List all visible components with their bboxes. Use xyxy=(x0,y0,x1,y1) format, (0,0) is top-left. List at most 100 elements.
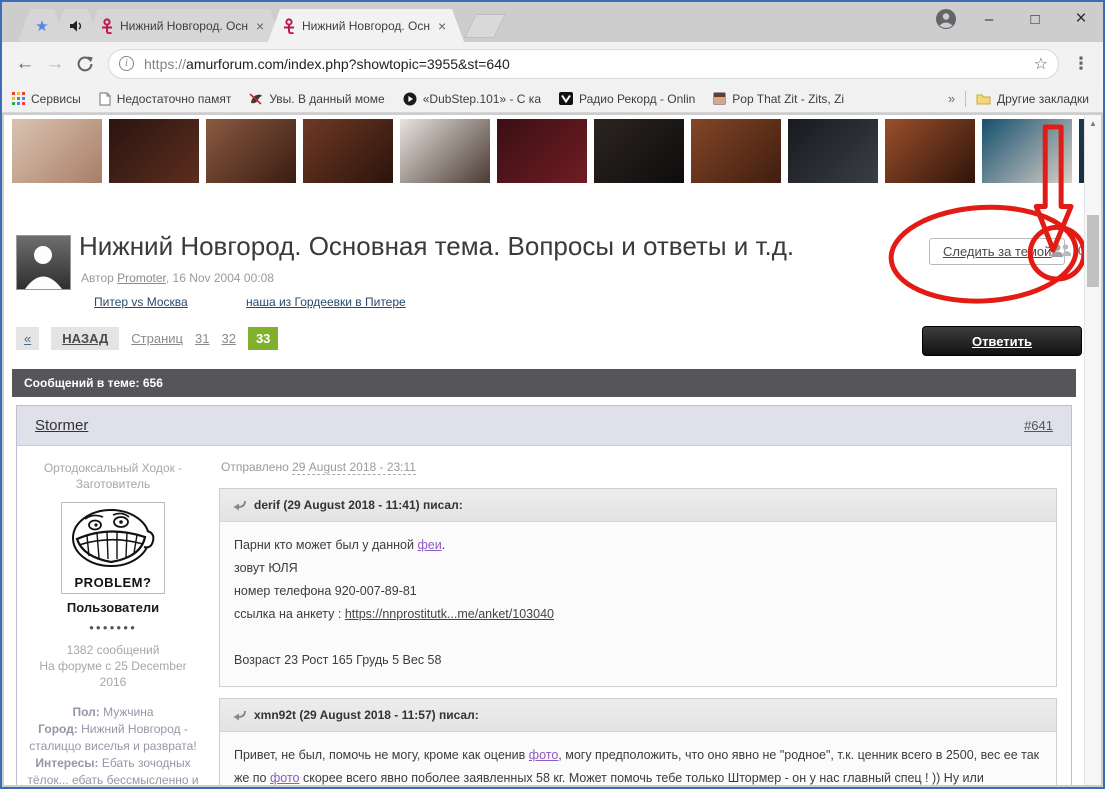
pages-dropdown[interactable]: Страниц xyxy=(131,331,183,346)
photo-link-1[interactable]: фото xyxy=(529,748,559,762)
back-page-button[interactable]: НАЗАД xyxy=(51,327,119,350)
star-favicon-icon: ★ xyxy=(35,17,48,35)
document-icon xyxy=(99,92,111,106)
watchers-icon xyxy=(1050,243,1072,258)
banner-thumbnail[interactable] xyxy=(691,119,781,183)
forward-icon[interactable]: → xyxy=(40,49,70,79)
other-bookmarks[interactable]: Другие закладки xyxy=(976,92,1089,106)
browser-menu-icon[interactable]: ⋮ xyxy=(1067,54,1095,74)
banner-thumbnail[interactable] xyxy=(206,119,296,183)
bookmark-memory[interactable]: Недостаточно памят xyxy=(99,92,232,106)
current-page-badge: 33 xyxy=(248,327,278,350)
folder-icon xyxy=(976,93,991,105)
banner-thumbnail[interactable] xyxy=(497,119,587,183)
member-pips: ●●●●●●● xyxy=(25,620,201,636)
troll-face-image xyxy=(65,507,161,571)
avatar-caption: PROBLEM? xyxy=(64,575,162,591)
close-button[interactable]: × xyxy=(1065,6,1097,32)
author-link[interactable]: Promoter xyxy=(117,271,166,285)
separator xyxy=(965,91,966,107)
banner-thumbnail[interactable] xyxy=(109,119,199,183)
reply-arrow-icon xyxy=(232,500,246,511)
scroll-up-icon[interactable]: ▲ xyxy=(1085,115,1101,131)
reply-button[interactable]: Ответить xyxy=(922,326,1082,356)
related-link-gordeevka[interactable]: наша из Гордеевки в Питере xyxy=(246,295,406,309)
author-custom-title: Ортодоксальный Ходок - Заготовитель xyxy=(25,460,201,492)
bird-icon xyxy=(249,92,263,105)
browser-toolbar: ← → i https://amurforum.com/index.php?sh… xyxy=(2,42,1103,85)
quote-header: xmn92t (29 August 2018 - 11:57) писал: xyxy=(220,699,1056,732)
tab-forum-1[interactable]: Нижний Новгород. Осн × xyxy=(86,9,282,42)
post-count: 1382 сообщений xyxy=(25,642,201,658)
scrollbar[interactable]: ▲ xyxy=(1084,115,1101,785)
tab-forum-2-active[interactable]: Нижний Новгород. Осн × xyxy=(268,9,464,42)
related-links: Питер vs Москва наша из Гордеевки в Пите… xyxy=(94,295,461,309)
banner-thumbnail[interactable] xyxy=(594,119,684,183)
bookmarks-overflow-icon[interactable]: » xyxy=(948,91,955,106)
page-32-link[interactable]: 32 xyxy=(221,331,235,346)
bookmark-pop-that-zit[interactable]: Pop That Zit - Zits, Zi xyxy=(713,92,844,106)
page-content: Нижний Новгород. Основная тема. Вопросы … xyxy=(4,115,1084,785)
quote-header: derif (29 August 2018 - 11:41) писал: xyxy=(220,489,1056,522)
minimize-button[interactable]: – xyxy=(973,6,1005,32)
pagination: « НАЗАД Страниц 31 32 33 xyxy=(16,327,278,350)
quote-block-derif: derif (29 August 2018 - 11:41) писал: Па… xyxy=(219,488,1057,687)
bookmark-radio-record[interactable]: Радио Рекорд - Onlin xyxy=(559,92,695,106)
bookmark-star-icon[interactable]: ☆ xyxy=(1034,54,1048,74)
bookmark-dubstep[interactable]: «DubStep.101» - С ка xyxy=(403,92,541,106)
photo-link-2[interactable]: фото xyxy=(270,771,300,785)
author-avatar-image: PROBLEM? xyxy=(61,502,165,594)
fairy-link[interactable]: феи xyxy=(417,538,441,552)
banner-thumbnail[interactable] xyxy=(982,119,1072,183)
speaker-icon xyxy=(69,19,84,33)
banner-thumbnail[interactable] xyxy=(885,119,975,183)
follow-topic-button[interactable]: Следить за темой xyxy=(929,238,1065,265)
back-icon[interactable]: ← xyxy=(10,49,40,79)
topic-title: Нижний Новгород. Основная тема. Вопросы … xyxy=(79,231,794,262)
post-641: Stormer #641 Ортодоксальный Ходок - Заго… xyxy=(16,405,1072,785)
browser-window: – □ × ★ Нижний Новгород. Осн × Нижний Но… xyxy=(0,0,1105,789)
maximize-button[interactable]: □ xyxy=(1019,6,1051,32)
reload-icon[interactable] xyxy=(70,49,100,79)
first-page-button[interactable]: « xyxy=(16,327,39,350)
quote-body: Привет, не был, помочь не могу, кроме ка… xyxy=(220,732,1056,785)
tab-title: Нижний Новгород. Осн xyxy=(302,19,430,33)
bookmark-services[interactable]: Сервисы xyxy=(12,92,81,106)
post-date-line: Отправлено 29 August 2018 - 23:11 xyxy=(221,460,1057,474)
banner-thumbnail[interactable] xyxy=(303,119,393,183)
url-text[interactable]: https://amurforum.com/index.php?showtopi… xyxy=(144,56,1026,72)
forum-favicon-icon xyxy=(100,18,114,34)
tab-close-icon[interactable]: × xyxy=(436,18,448,34)
quote-body: Парни кто может был у данной феи. зовут … xyxy=(220,522,1056,686)
post-permalink[interactable]: #641 xyxy=(1024,418,1053,433)
forum-favicon-icon xyxy=(282,18,296,34)
tab-close-icon[interactable]: × xyxy=(254,18,266,34)
banner-thumbnail[interactable] xyxy=(400,119,490,183)
page-info-icon[interactable]: i xyxy=(119,56,134,71)
banner-thumbnail[interactable] xyxy=(12,119,102,183)
apps-grid-icon xyxy=(12,92,25,105)
related-link-piter[interactable]: Питер vs Москва xyxy=(94,295,188,309)
radio-record-icon xyxy=(559,92,573,105)
address-bar[interactable]: i https://amurforum.com/index.php?showto… xyxy=(108,49,1059,79)
joined-date: На форуме с 25 December 2016 xyxy=(25,658,201,690)
bookmark-uvy[interactable]: Увы. В данный моме xyxy=(249,92,384,106)
tab-strip: – □ × ★ Нижний Новгород. Осн × Нижний Но… xyxy=(2,2,1103,42)
face-icon xyxy=(713,92,726,105)
topic-avatar[interactable] xyxy=(16,235,71,290)
new-tab-button[interactable] xyxy=(464,14,506,38)
profile-icon[interactable] xyxy=(933,6,959,32)
profile-url-link[interactable]: https://nnprostitutk...me/anket/103040 xyxy=(345,607,554,621)
topic-watchers: 0 xyxy=(1050,243,1084,258)
post-content: Отправлено 29 August 2018 - 23:11 derif … xyxy=(209,446,1071,785)
banner-thumbnail[interactable] xyxy=(788,119,878,183)
banner-strip xyxy=(12,119,1084,183)
reply-arrow-icon xyxy=(232,710,246,721)
scrollbar-thumb[interactable] xyxy=(1087,215,1099,287)
page-31-link[interactable]: 31 xyxy=(195,331,209,346)
topic-stats-bar: Сообщений в теме: 656 xyxy=(12,369,1076,397)
post-author-link[interactable]: Stormer xyxy=(35,417,88,434)
member-group: Пользователи xyxy=(25,600,201,616)
quote-block-xmn92t: xmn92t (29 August 2018 - 11:57) писал: П… xyxy=(219,698,1057,785)
topic-author-line: Автор Promoter, 16 Nov 2004 00:08 xyxy=(81,271,274,285)
